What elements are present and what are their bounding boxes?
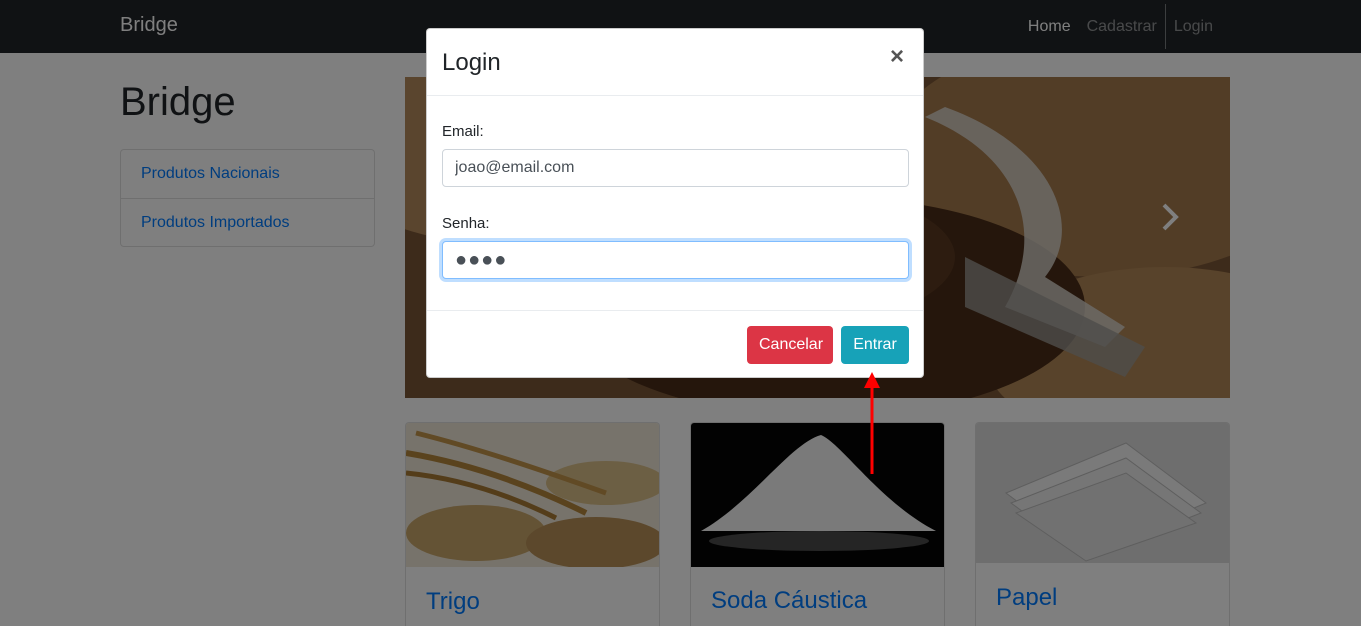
close-icon[interactable]: × (887, 45, 907, 69)
cancel-button[interactable]: Cancelar (747, 326, 833, 364)
modal-header: Login × (427, 29, 923, 96)
password-label: Senha: (442, 215, 490, 232)
email-field[interactable] (442, 149, 909, 187)
modal-title: Login (442, 49, 501, 76)
annotation-arrow (864, 372, 880, 474)
login-modal: Login × Email: Senha: Cancelar Entrar (426, 28, 924, 378)
modal-footer (427, 310, 923, 311)
email-label: Email: (442, 123, 484, 140)
password-field[interactable] (442, 241, 909, 279)
submit-button[interactable]: Entrar (841, 326, 909, 364)
